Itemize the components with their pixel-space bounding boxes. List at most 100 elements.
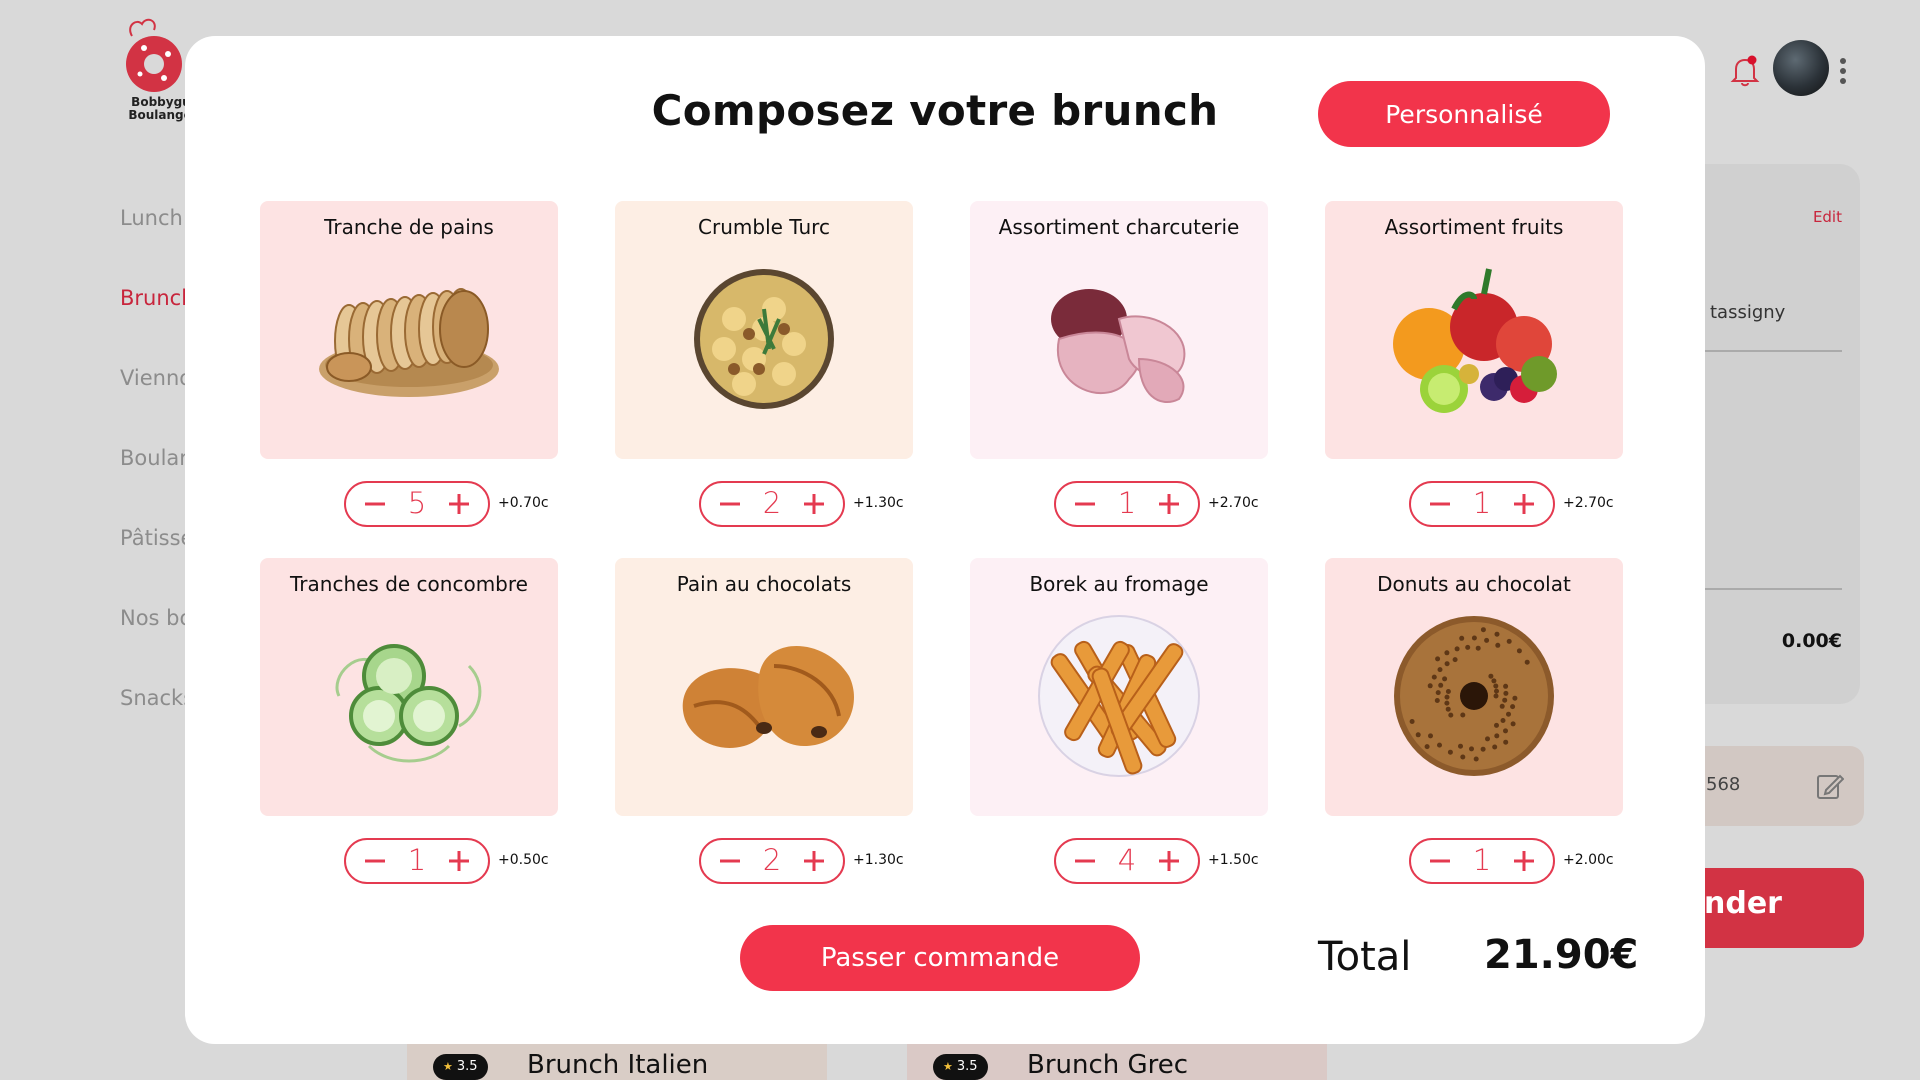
minus-icon[interactable] — [358, 487, 392, 521]
product-card[interactable]: Assortiment charcuterie — [970, 201, 1268, 459]
quantity-row: 5 +0.70c — [344, 481, 584, 527]
cart-divider — [1700, 588, 1842, 590]
top-right-controls — [1700, 38, 1920, 138]
plus-icon[interactable] — [442, 487, 476, 521]
minus-icon[interactable] — [1423, 844, 1457, 878]
star-icon: ★ — [443, 1060, 453, 1073]
rating-badge: ★ 3.5 — [933, 1054, 988, 1080]
product-name: Crumble Turc — [698, 215, 830, 239]
quantity-row: 2 +1.30c — [699, 838, 939, 884]
product-price: +1.30c — [853, 495, 904, 511]
quantity-value: 1 — [1472, 486, 1492, 520]
sidebar-item-viennoiserie[interactable]: Vienno — [120, 360, 195, 440]
compose-brunch-modal: Composez votre brunch Personnalisé Tranc… — [185, 36, 1705, 1044]
sidebar-item-brunch[interactable]: Brunch — [120, 280, 195, 360]
brunch-card-title: Brunch Italien — [527, 1050, 709, 1080]
cart-address: tassigny — [1710, 302, 1786, 323]
brunch-card[interactable]: ★ 3.5 Brunch Grec — [907, 1044, 1327, 1080]
plus-icon[interactable] — [1507, 487, 1541, 521]
product-name: Borek au fromage — [1029, 572, 1209, 596]
product-price: +2.70c — [1208, 495, 1259, 511]
notification-bell-icon[interactable] — [1730, 54, 1760, 92]
plus-icon[interactable] — [797, 844, 831, 878]
sidebar-item-snacks[interactable]: Snacks — [120, 680, 195, 760]
product-price: +1.50c — [1208, 852, 1259, 868]
quantity-value: 4 — [1117, 843, 1137, 877]
product-card[interactable]: Pain au chocolats — [615, 558, 913, 816]
product-name: Assortiment fruits — [1384, 215, 1564, 239]
quantity-stepper: 1 — [1409, 838, 1555, 884]
product-card[interactable]: Tranches de concombre — [260, 558, 558, 816]
product-item: Assortiment fruits 1 +2.70c — [1325, 201, 1623, 527]
product-name: Tranches de concombre — [290, 572, 528, 596]
quantity-stepper: 2 — [699, 481, 845, 527]
sidebar-nav: Lunch Brunch Vienno Boular Pâtisse Nos b… — [120, 200, 195, 760]
minus-icon[interactable] — [1068, 844, 1102, 878]
product-card[interactable]: Assortiment fruits — [1325, 201, 1623, 459]
cart-edit-link[interactable]: Edit — [1813, 208, 1842, 226]
more-options-icon[interactable] — [1840, 58, 1846, 88]
product-name: Donuts au chocolat — [1377, 572, 1571, 596]
quantity-value: 1 — [1472, 843, 1492, 877]
sidebar-item-lunch[interactable]: Lunch — [120, 200, 195, 280]
star-icon: ★ — [943, 1060, 953, 1073]
minus-icon[interactable] — [713, 844, 747, 878]
product-item: Borek au fromage 4 +1.50c — [970, 558, 1268, 884]
product-name: Tranche de pains — [324, 215, 494, 239]
quantity-stepper: 2 — [699, 838, 845, 884]
product-name: Pain au chocolats — [676, 572, 852, 596]
quantity-value: 5 — [407, 486, 427, 520]
plus-icon[interactable] — [797, 487, 831, 521]
custom-button[interactable]: Personnalisé — [1318, 81, 1610, 147]
sidebar-item-patisserie[interactable]: Pâtisse — [120, 520, 195, 600]
quantity-row: 2 +1.30c — [699, 481, 939, 527]
product-card[interactable]: Tranche de pains — [260, 201, 558, 459]
commander-button-label: nder — [1704, 886, 1782, 921]
charcuterie-icon — [1019, 249, 1219, 429]
pain-chocolat-icon — [664, 606, 864, 786]
quantity-stepper: 1 — [1409, 481, 1555, 527]
rating-badge: ★ 3.5 — [433, 1054, 488, 1080]
bread-icon — [309, 249, 509, 429]
product-item: Crumble Turc 2 +1.30c — [615, 201, 913, 527]
minus-icon[interactable] — [358, 844, 392, 878]
quantity-stepper: 1 — [1054, 481, 1200, 527]
place-order-button[interactable]: Passer commande — [740, 925, 1140, 991]
quantity-stepper: 5 — [344, 481, 490, 527]
product-item: Assortiment charcuterie 1 +2.70c — [970, 201, 1268, 527]
quantity-value: 1 — [1117, 486, 1137, 520]
product-card[interactable]: Crumble Turc — [615, 201, 913, 459]
plus-icon[interactable] — [1152, 844, 1186, 878]
brunch-card[interactable]: ★ 3.5 Brunch Italien — [407, 1044, 827, 1080]
product-price: +1.30c — [853, 852, 904, 868]
product-price: +2.70c — [1563, 495, 1614, 511]
quantity-value: 2 — [762, 843, 782, 877]
quantity-value: 2 — [762, 486, 782, 520]
minus-icon[interactable] — [713, 487, 747, 521]
sidebar-item-boulangerie[interactable]: Boular — [120, 440, 195, 520]
user-avatar[interactable] — [1773, 40, 1829, 96]
plus-icon[interactable] — [1507, 844, 1541, 878]
borek-icon — [1019, 606, 1219, 786]
product-item: Tranche de pains 5 +0.70c — [260, 201, 558, 527]
product-item: Pain au chocolats 2 +1.30c — [615, 558, 913, 884]
brunch-card-title: Brunch Grec — [1027, 1050, 1189, 1080]
product-item: Donuts au chocolat 1 +2.00c — [1325, 558, 1623, 884]
phone-number: 568 — [1706, 774, 1741, 795]
donut-icon — [1374, 606, 1574, 786]
total-label: Total — [1318, 934, 1412, 980]
quantity-stepper: 4 — [1054, 838, 1200, 884]
minus-icon[interactable] — [1068, 487, 1102, 521]
quantity-row: 1 +0.50c — [344, 838, 584, 884]
cart-divider — [1700, 350, 1842, 352]
edit-icon[interactable] — [1816, 772, 1845, 804]
minus-icon[interactable] — [1423, 487, 1457, 521]
sidebar-item-nos-boissons[interactable]: Nos bo — [120, 600, 195, 680]
plus-icon[interactable] — [442, 844, 476, 878]
product-card[interactable]: Borek au fromage — [970, 558, 1268, 816]
product-price: +0.50c — [498, 852, 549, 868]
cart-total: 0.00€ — [1781, 630, 1842, 652]
plus-icon[interactable] — [1152, 487, 1186, 521]
cucumber-icon — [309, 606, 509, 786]
product-card[interactable]: Donuts au chocolat — [1325, 558, 1623, 816]
